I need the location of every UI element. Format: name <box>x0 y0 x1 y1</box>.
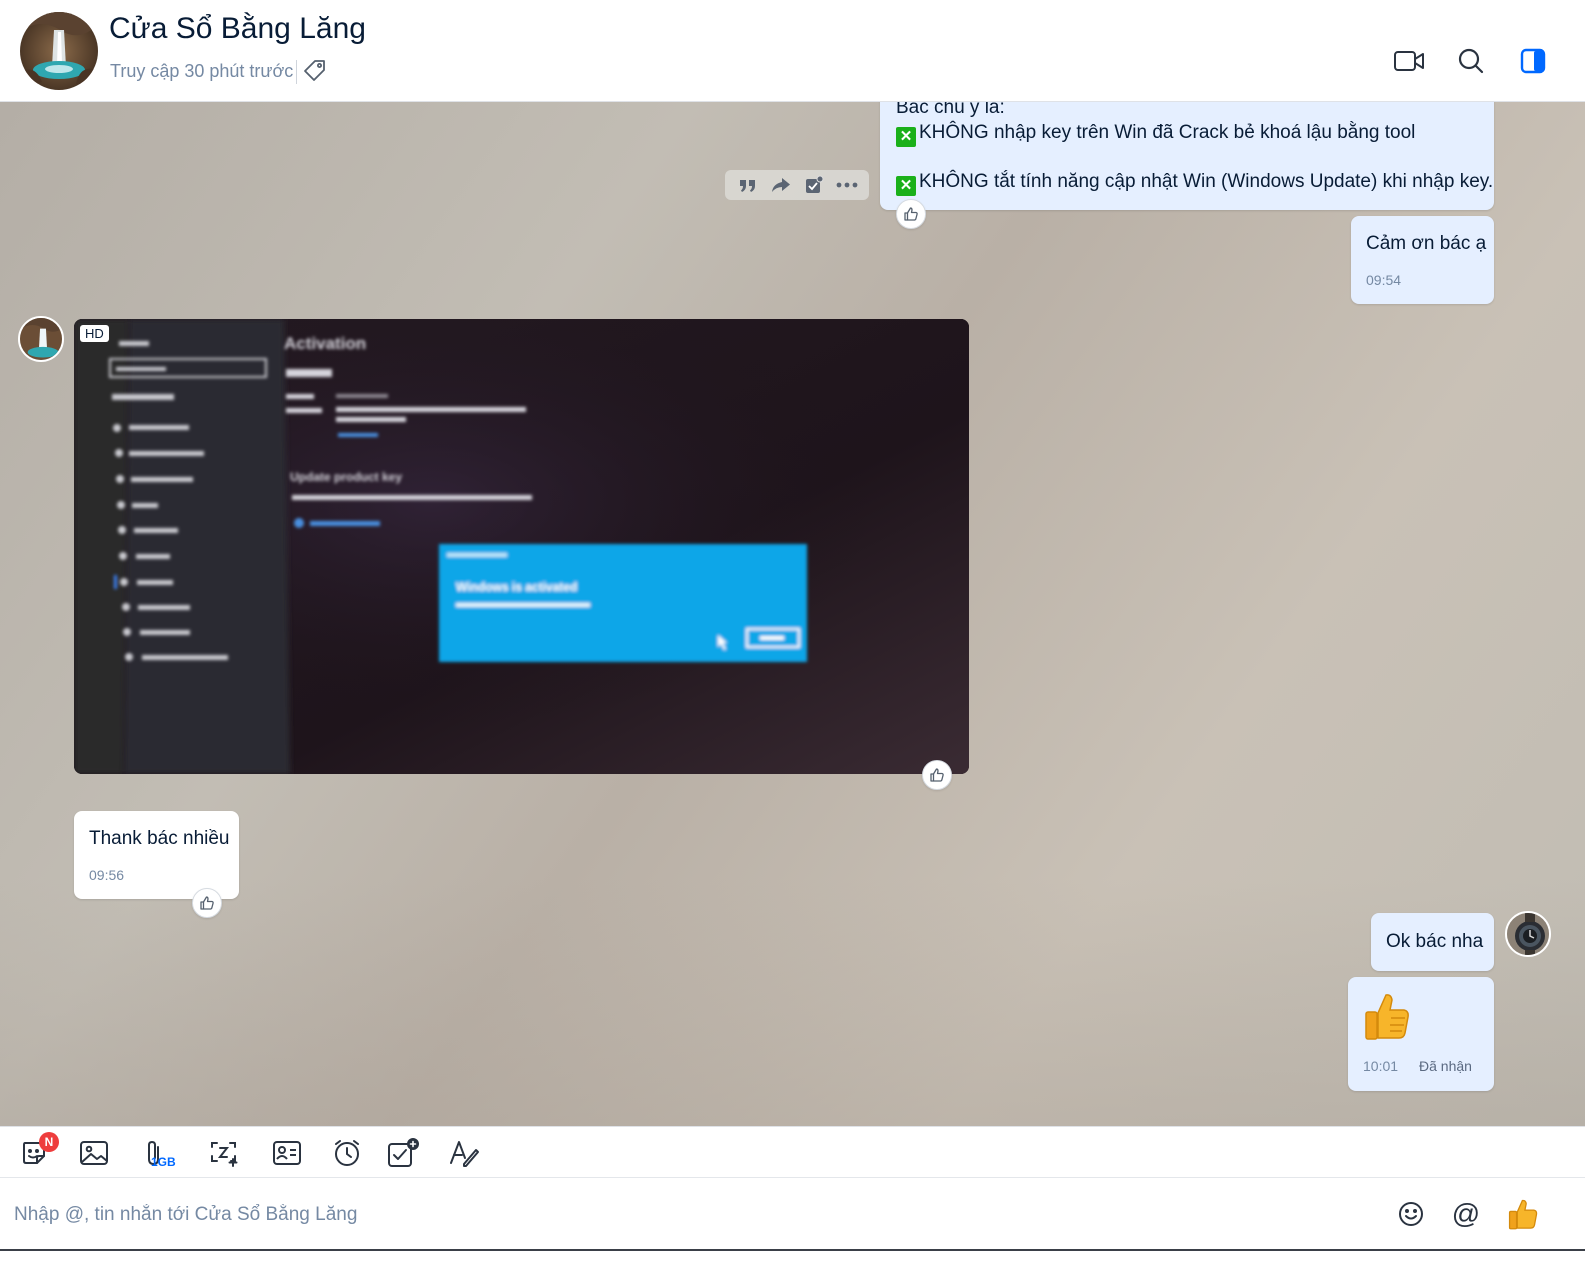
image-message[interactable]: Activation Update product key Windows is… <box>74 319 969 774</box>
outgoing-message[interactable]: Ok bác nha <box>1371 913 1494 971</box>
message-time: 09:54 <box>1366 272 1402 288</box>
sticker-icon[interactable]: N <box>16 1132 59 1171</box>
screenshot-icon[interactable] <box>206 1135 242 1171</box>
file-size-limit: 1GB <box>151 1155 176 1169</box>
incoming-message[interactable]: Thank bác nhiều 09:56 <box>74 811 239 899</box>
contact-card-icon[interactable] <box>269 1135 305 1171</box>
message-line: ✕ KHÔNG nhập key trên Win đã Crack bẻ kho… <box>896 120 1415 147</box>
message-actions-toolbar <box>725 170 869 200</box>
update-key-heading: Update product key <box>290 470 402 484</box>
thumbs-up-sticker <box>1364 991 1410 1041</box>
format-text-icon[interactable] <box>446 1135 482 1171</box>
message-text: Cảm ơn bác ạ <box>1366 233 1487 254</box>
activation-heading: Activation <box>284 334 366 353</box>
composer-toolbar: N 1GB <box>0 1126 1585 1178</box>
forward-icon[interactable] <box>768 172 794 198</box>
quote-icon[interactable] <box>735 172 761 198</box>
message-text: Thank bác nhiều <box>89 828 230 849</box>
window-bottom-edge <box>0 1249 1585 1266</box>
outgoing-sticker-message[interactable]: 10:01 Đã nhận <box>1348 977 1494 1091</box>
like-icon[interactable] <box>192 888 222 918</box>
message-list[interactable]: Bác chú ý là: ✕ KHÔNG nhập key trên Win đ… <box>0 102 1585 1138</box>
todo-icon[interactable] <box>385 1135 421 1171</box>
message-text: Ok bác nha <box>1386 931 1484 952</box>
attach-icon[interactable]: 1GB <box>136 1135 176 1171</box>
like-icon[interactable] <box>922 760 952 790</box>
emoji-icon[interactable] <box>1393 1196 1429 1232</box>
activation-screenshot-image: Activation Update product key Windows is… <box>74 319 969 774</box>
delivery-status: Đã nhận <box>1419 1058 1472 1074</box>
task-icon[interactable] <box>801 172 827 198</box>
message-line: Bác chú ý là: <box>896 102 1005 118</box>
message-input[interactable] <box>14 1199 1374 1231</box>
outgoing-message-warning[interactable]: Bác chú ý là: ✕ KHÔNG nhập key trên Win đ… <box>880 102 1494 210</box>
message-time: 10:01 <box>1363 1058 1399 1074</box>
new-sticker-badge: N <box>39 1132 59 1152</box>
message-time: 09:56 <box>89 867 125 883</box>
composer: @ <box>0 1179 1585 1249</box>
hd-badge: HD <box>80 325 109 342</box>
sender-avatar[interactable] <box>18 316 64 362</box>
contact-avatar[interactable] <box>20 12 98 90</box>
dialog-title: Windows is activated <box>456 580 577 594</box>
outgoing-message[interactable]: Cảm ơn bác ạ 09:54 <box>1351 216 1494 304</box>
cross-mark-icon: ✕ <box>896 127 916 147</box>
search-icon[interactable] <box>1454 44 1488 78</box>
tag-icon[interactable] <box>302 58 328 84</box>
quick-like-button[interactable] <box>1505 1196 1541 1232</box>
image-icon[interactable] <box>76 1135 112 1171</box>
message-line: ✕ KHÔNG tắt tính năng cập nhật Win (Windo… <box>896 169 1493 196</box>
cross-mark-icon: ✕ <box>896 176 916 196</box>
chat-header: Cửa Sổ Bằng Lăng Truy cập 30 phút trước <box>0 0 1585 102</box>
video-call-icon[interactable] <box>1392 44 1426 78</box>
more-icon[interactable] <box>834 172 860 198</box>
contact-name: Cửa Sổ Bằng Lăng <box>109 12 366 45</box>
last-seen-status: Truy cập 30 phút trước <box>110 61 294 81</box>
reminder-icon[interactable] <box>329 1135 365 1171</box>
my-avatar[interactable] <box>1505 911 1551 957</box>
like-icon[interactable] <box>896 199 926 229</box>
sidebar-toggle-icon[interactable] <box>1516 44 1550 78</box>
header-divider <box>296 60 297 84</box>
mention-button[interactable]: @ <box>1448 1196 1484 1232</box>
